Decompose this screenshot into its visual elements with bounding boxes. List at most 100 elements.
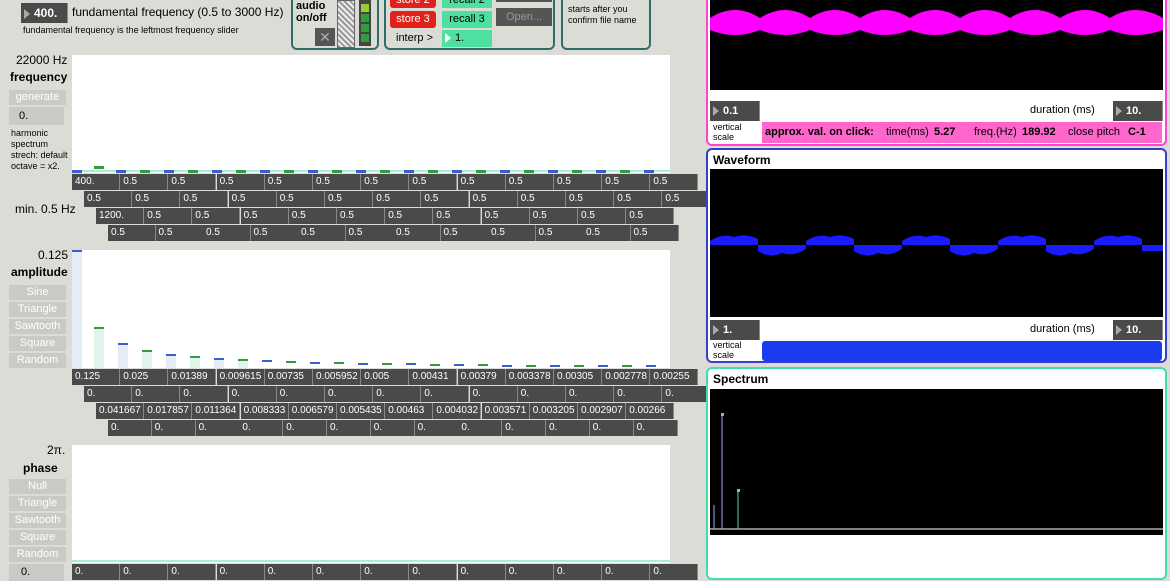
number-box[interactable]: 0.00431 bbox=[409, 369, 458, 385]
number-box[interactable]: 0.125 bbox=[72, 369, 120, 385]
store3-button[interactable]: store 3 bbox=[390, 11, 436, 28]
number-box[interactable]: 0.5 bbox=[192, 208, 241, 224]
number-box[interactable]: 0. bbox=[151, 420, 196, 436]
number-box[interactable]: 0.5 bbox=[630, 225, 679, 241]
waveform-duration[interactable]: 10. bbox=[1113, 320, 1163, 340]
number-box[interactable]: 0.003205 bbox=[529, 403, 578, 419]
sawtooth-button[interactable]: Sawtooth bbox=[9, 319, 66, 334]
number-box[interactable]: 0. bbox=[662, 386, 711, 402]
number-box[interactable]: 0.5 bbox=[602, 174, 651, 190]
number-box[interactable]: 0. bbox=[370, 420, 415, 436]
number-box[interactable]: 0.5 bbox=[440, 225, 489, 241]
number-box[interactable]: 0.5 bbox=[650, 174, 699, 190]
number-box[interactable]: 0. bbox=[180, 386, 229, 402]
number-box[interactable]: 0.5 bbox=[481, 208, 530, 224]
number-box[interactable]: 0. bbox=[457, 564, 506, 580]
interp-number[interactable]: 1. bbox=[442, 30, 492, 47]
open-button-top[interactable] bbox=[496, 0, 552, 2]
number-box[interactable]: 0.002907 bbox=[578, 403, 626, 419]
number-box[interactable]: 0.5 bbox=[276, 191, 325, 207]
number-box[interactable]: 0.5 bbox=[288, 208, 337, 224]
number-box[interactable]: 0.004032 bbox=[433, 403, 482, 419]
number-box[interactable]: 0.5 bbox=[345, 225, 394, 241]
number-box[interactable]: 0. bbox=[361, 564, 410, 580]
number-box[interactable]: 0.5 bbox=[535, 225, 584, 241]
number-box[interactable]: 0.00266 bbox=[626, 403, 675, 419]
number-box[interactable]: 0.008333 bbox=[240, 403, 289, 419]
fundamental-number[interactable]: 400. bbox=[21, 3, 68, 23]
number-box[interactable]: 0.011364 bbox=[192, 403, 241, 419]
number-box[interactable]: 0. bbox=[469, 386, 518, 402]
number-box[interactable]: 0.5 bbox=[469, 191, 518, 207]
recall2-button[interactable]: recall 2 bbox=[442, 0, 492, 8]
number-box[interactable]: 0.5 bbox=[250, 225, 299, 241]
number-box[interactable]: 0.5 bbox=[529, 208, 578, 224]
number-box[interactable]: 0.5 bbox=[578, 208, 626, 224]
number-box[interactable]: 0.00305 bbox=[554, 369, 602, 385]
number-box[interactable]: 0.5 bbox=[662, 191, 711, 207]
number-box[interactable]: 0.5 bbox=[337, 208, 385, 224]
number-box[interactable]: 0.5 bbox=[298, 225, 346, 241]
number-box[interactable]: 0.5 bbox=[216, 174, 265, 190]
number-box[interactable]: 0.5 bbox=[614, 191, 663, 207]
number-box[interactable]: 0. bbox=[546, 420, 590, 436]
number-box[interactable]: 0.5 bbox=[583, 225, 631, 241]
number-box[interactable]: 0.5 bbox=[373, 191, 422, 207]
number-box[interactable]: 0. bbox=[216, 564, 265, 580]
number-box[interactable]: 0. bbox=[264, 564, 313, 580]
number-box[interactable]: 0. bbox=[195, 420, 240, 436]
number-box[interactable]: 0.5 bbox=[385, 208, 434, 224]
number-box[interactable]: 0. bbox=[283, 420, 328, 436]
random-button[interactable]: Random bbox=[9, 547, 66, 562]
number-box[interactable]: 0. bbox=[84, 386, 132, 402]
waveform-vscale[interactable]: 1. bbox=[710, 320, 760, 340]
number-box[interactable]: 0.5 bbox=[155, 225, 204, 241]
number-box[interactable]: 0. bbox=[327, 420, 371, 436]
number-box[interactable]: 0. bbox=[168, 564, 217, 580]
number-box[interactable]: 0.5 bbox=[566, 191, 614, 207]
sawtooth-button[interactable]: Sawtooth bbox=[9, 513, 66, 528]
audio-toggle[interactable]: ✕ bbox=[315, 28, 335, 46]
number-box[interactable]: 0.00463 bbox=[385, 403, 434, 419]
number-box[interactable]: 0. bbox=[228, 386, 277, 402]
number-box[interactable]: 1200. bbox=[96, 208, 144, 224]
triangle-button[interactable]: Triangle bbox=[9, 302, 66, 317]
number-box[interactable]: 0.00379 bbox=[457, 369, 506, 385]
number-box[interactable]: 0.017857 bbox=[144, 403, 193, 419]
number-box[interactable]: 0.003378 bbox=[505, 369, 554, 385]
number-box[interactable]: 0. bbox=[589, 420, 634, 436]
number-box[interactable]: 0. bbox=[239, 420, 284, 436]
number-box[interactable]: 0.00255 bbox=[650, 369, 699, 385]
sine-button[interactable]: Sine bbox=[9, 285, 66, 300]
square-button[interactable]: Square bbox=[9, 336, 66, 351]
number-box[interactable]: 0.5 bbox=[517, 191, 566, 207]
number-box[interactable]: 0. bbox=[72, 564, 120, 580]
number-box[interactable]: 0.5 bbox=[554, 174, 602, 190]
number-box[interactable]: 0. bbox=[132, 386, 181, 402]
number-box[interactable]: 0. bbox=[517, 386, 566, 402]
number-box[interactable]: 0. bbox=[505, 564, 554, 580]
number-box[interactable]: 0.00735 bbox=[264, 369, 313, 385]
null-button[interactable]: Null bbox=[9, 479, 66, 494]
recall3-button[interactable]: recall 3 bbox=[442, 11, 492, 28]
random-button[interactable]: Random bbox=[9, 353, 66, 368]
number-box[interactable]: 0.5 bbox=[457, 174, 506, 190]
amplitude-multislider[interactable] bbox=[72, 250, 670, 368]
phase-number[interactable]: 0. bbox=[9, 564, 64, 581]
number-box[interactable]: 0.5 bbox=[488, 225, 536, 241]
stretch-number[interactable]: 0. bbox=[9, 107, 64, 125]
phase-multislider[interactable] bbox=[72, 445, 670, 563]
triangle-button[interactable]: Triangle bbox=[9, 496, 66, 511]
store2-button[interactable]: store 2 bbox=[390, 0, 436, 8]
number-box[interactable]: 0.5 bbox=[203, 225, 251, 241]
number-box[interactable]: 0.005952 bbox=[313, 369, 361, 385]
generate-button[interactable]: generate bbox=[9, 90, 66, 105]
number-box[interactable]: 0. bbox=[602, 564, 651, 580]
number-box[interactable]: 0.006579 bbox=[288, 403, 337, 419]
number-box[interactable]: 0.5 bbox=[240, 208, 289, 224]
number-box[interactable]: 0.5 bbox=[84, 191, 132, 207]
number-box[interactable]: 0. bbox=[373, 386, 422, 402]
number-box[interactable]: 0. bbox=[325, 386, 373, 402]
number-box[interactable]: 0.01389 bbox=[168, 369, 217, 385]
number-box[interactable]: 0. bbox=[409, 564, 458, 580]
